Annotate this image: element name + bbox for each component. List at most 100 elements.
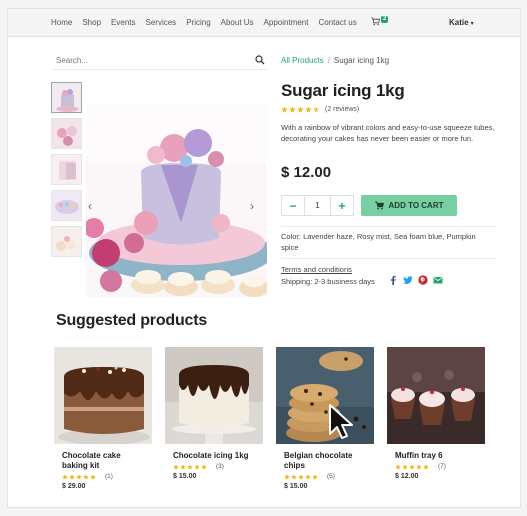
prev-image-arrow-icon[interactable]: ‹ (88, 199, 92, 213)
product-card-name[interactable]: Chocolate icing 1kg (173, 451, 257, 461)
thumbnail-1[interactable] (51, 82, 82, 113)
pinterest-icon[interactable] (418, 275, 428, 285)
rating-stars (395, 463, 429, 470)
product-card-name[interactable]: Chocolate cake baking kit (62, 451, 146, 471)
cart-count-badge: 2 (381, 16, 389, 23)
search-icon[interactable] (255, 55, 265, 65)
review-count: (1) (105, 473, 113, 480)
product-card-rating: (3) (173, 463, 263, 470)
add-to-cart-label: ADD TO CART (388, 201, 444, 210)
quantity-decrease-button[interactable]: − (282, 196, 304, 215)
product-card-image[interactable] (276, 347, 374, 444)
browser-page: Home Shop Events Services Pricing About … (7, 8, 521, 508)
product-card-rating: (7) (395, 463, 485, 470)
quantity-input[interactable]: 1 (304, 196, 331, 215)
nav-appointment[interactable]: Appointment (264, 18, 309, 27)
social-share (388, 275, 443, 285)
star-icon (312, 473, 318, 480)
thumbnail-5[interactable] (51, 226, 82, 257)
star-half-icon (313, 106, 320, 113)
star-icon (395, 463, 401, 470)
main-nav: Home Shop Events Services Pricing About … (51, 18, 367, 27)
facebook-icon[interactable] (388, 275, 398, 285)
mouse-cursor-icon (329, 404, 353, 439)
divider (281, 226, 496, 227)
star-icon (83, 473, 89, 480)
product-card-name[interactable]: Muffin tray 6 (395, 451, 479, 461)
star-icon (409, 463, 415, 470)
star-icon (298, 473, 304, 480)
product-card[interactable]: Chocolate icing 1kg (3) $ 15.00 (165, 347, 263, 480)
add-to-cart-button[interactable]: ADD TO CART (361, 195, 457, 216)
product-rating[interactable]: (2 reviews) (281, 106, 359, 113)
breadcrumb: All Products / Sugar icing 1kg (281, 56, 389, 65)
product-main-image (86, 103, 267, 297)
caret-down-icon: ▾ (470, 21, 474, 27)
breadcrumb-current: Sugar icing 1kg (333, 56, 390, 65)
star-icon (187, 463, 193, 470)
nav-about-us[interactable]: About Us (221, 18, 254, 27)
star-icon (180, 463, 186, 470)
image-thumbnails (51, 82, 83, 262)
nav-shop[interactable]: Shop (82, 18, 101, 27)
nav-services[interactable]: Services (146, 18, 177, 27)
product-description: With a rainbow of vibrant colors and eas… (281, 123, 495, 143)
product-card-image[interactable] (54, 347, 152, 444)
star-icon (289, 106, 296, 113)
breadcrumb-all-products[interactable]: All Products (281, 56, 324, 65)
product-search[interactable]: Search... (52, 52, 267, 70)
product-card[interactable]: Belgian chocolate chips (5) $ 15.00 (276, 347, 374, 490)
star-icon (291, 473, 297, 480)
next-image-arrow-icon[interactable]: › (250, 199, 254, 213)
nav-pricing[interactable]: Pricing (186, 18, 210, 27)
star-icon (416, 463, 422, 470)
twitter-icon[interactable] (403, 275, 413, 285)
nav-contact-us[interactable]: Contact us (318, 18, 356, 27)
product-card-price: $ 29.00 (62, 483, 86, 490)
suggested-products-heading: Suggested products (56, 312, 208, 329)
rating-stars (284, 473, 318, 480)
star-icon (281, 106, 288, 113)
review-count: (3) (216, 463, 224, 470)
email-icon[interactable] (433, 275, 443, 285)
star-icon (284, 473, 290, 480)
thumbnail-2[interactable] (51, 118, 82, 149)
product-card-name[interactable]: Belgian chocolate chips (284, 451, 368, 471)
rating-stars (62, 473, 96, 480)
product-card-price: $ 15.00 (173, 473, 197, 480)
review-count: (5) (327, 473, 335, 480)
quantity-stepper: − 1 + (281, 195, 354, 216)
product-card-image[interactable] (165, 347, 263, 444)
star-icon (297, 106, 304, 113)
thumbnail-4[interactable] (51, 190, 82, 221)
shipping-info: Shipping: 2-3 business days (281, 277, 375, 286)
product-card-image[interactable] (387, 347, 485, 444)
review-count[interactable]: (2 reviews) (325, 106, 359, 113)
cart-button[interactable]: 2 (371, 16, 389, 26)
breadcrumb-separator: / (327, 56, 330, 65)
star-icon (90, 473, 96, 480)
star-icon (423, 463, 429, 470)
star-icon (402, 463, 408, 470)
nav-events[interactable]: Events (111, 18, 135, 27)
terms-link[interactable]: Terms and conditions (281, 265, 352, 274)
star-icon (76, 473, 82, 480)
nav-home[interactable]: Home (51, 18, 72, 27)
product-card[interactable]: Muffin tray 6 (7) $ 12.00 (387, 347, 485, 480)
quantity-increase-button[interactable]: + (331, 196, 353, 215)
star-icon (62, 473, 68, 480)
product-card-rating: (5) (284, 473, 374, 480)
search-input[interactable]: Search... (56, 56, 88, 65)
star-icon (305, 473, 311, 480)
product-price: $ 12.00 (281, 164, 332, 181)
star-icon (173, 463, 179, 470)
star-icon (69, 473, 75, 480)
product-card[interactable]: Chocolate cake baking kit (1) $ 29.00 (54, 347, 152, 490)
product-variants: Color: Lavender haze, Rosy mist, Sea foa… (281, 232, 476, 252)
user-menu[interactable]: Katie ▾ (449, 18, 474, 27)
user-name: Katie (449, 18, 469, 27)
thumbnail-3[interactable] (51, 154, 82, 185)
star-icon (201, 463, 207, 470)
rating-stars (173, 463, 207, 470)
product-card-rating: (1) (62, 473, 152, 480)
